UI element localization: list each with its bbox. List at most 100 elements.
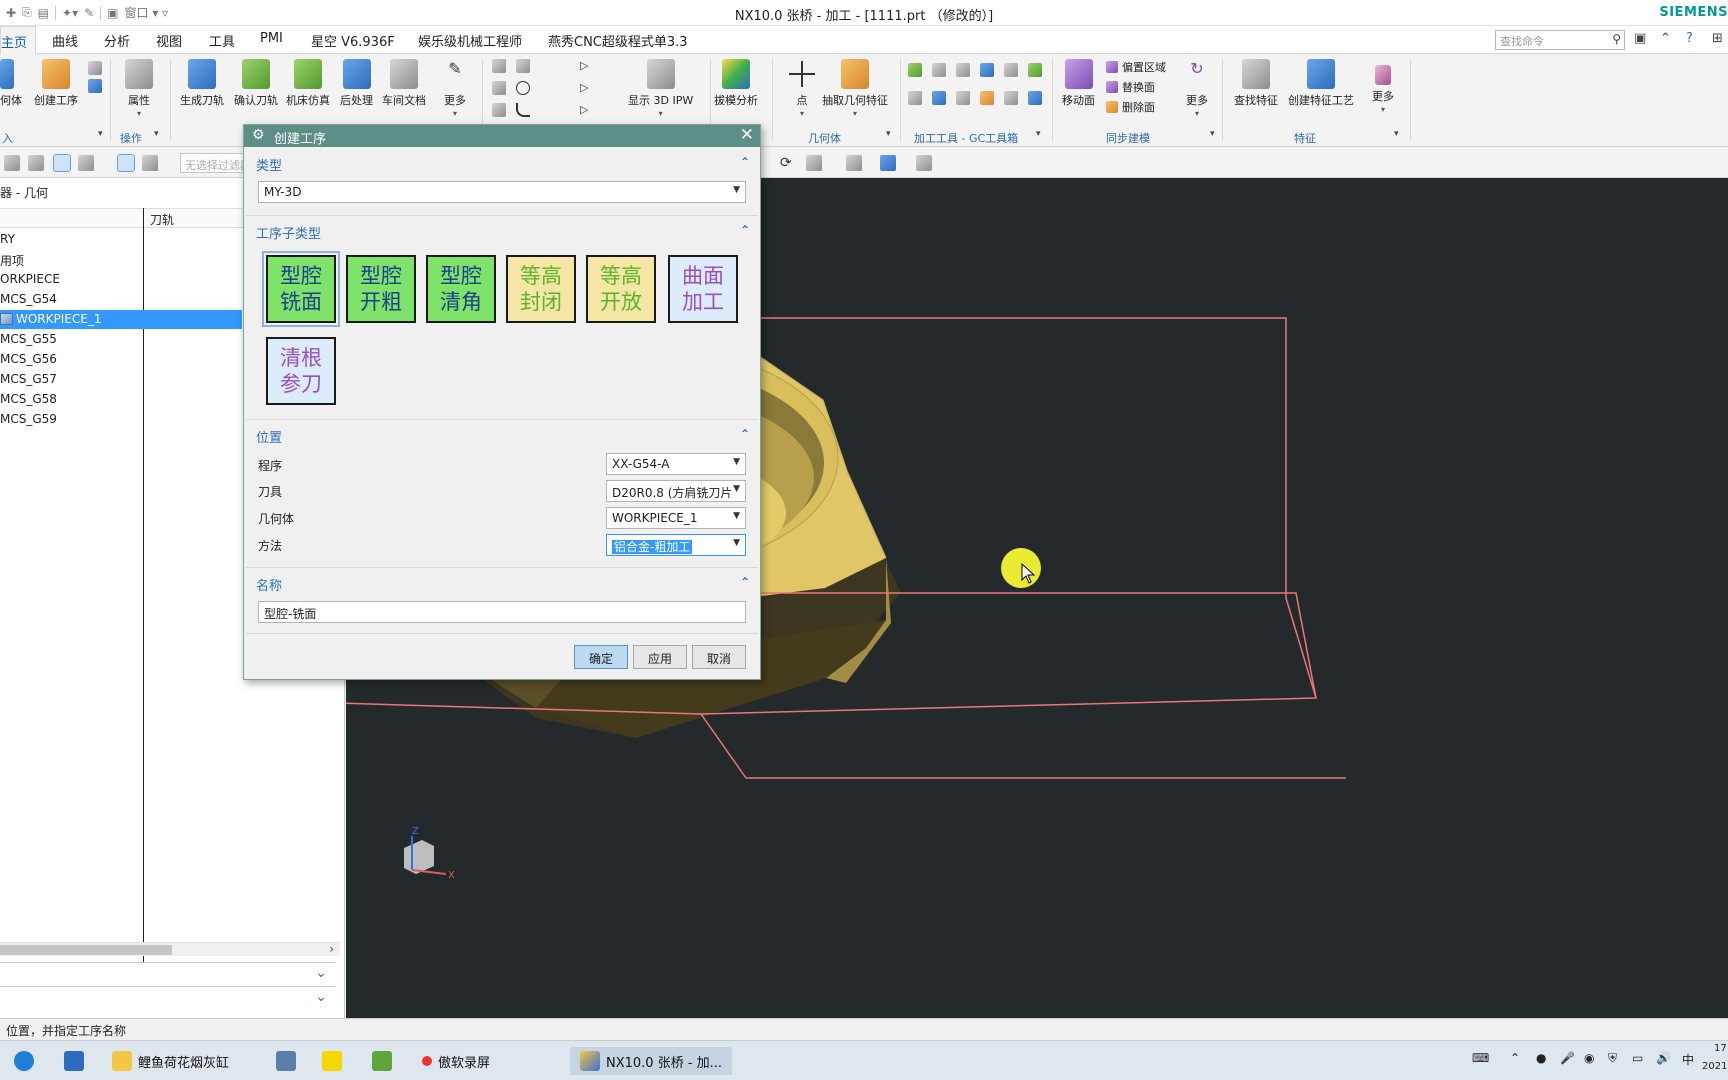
tab-curve[interactable]: 曲线	[52, 31, 78, 50]
tray-app-icon[interactable]: ●	[1536, 1051, 1546, 1065]
tree-item[interactable]: MCS_G57	[0, 370, 242, 389]
chevron-up-icon[interactable]: ⌃	[740, 155, 750, 169]
search-icon[interactable]: ⚲	[1612, 32, 1621, 46]
details-panel-header[interactable]: ⌄	[0, 962, 335, 986]
tool-select[interactable]: D20R0.8 (方肩铣刀片 ▼	[606, 480, 746, 502]
clock-time[interactable]: 17	[1714, 1043, 1727, 1054]
display-option-icon[interactable]	[492, 81, 506, 95]
network-icon[interactable]: ▭	[1632, 1051, 1643, 1065]
operation-name-input[interactable]: 型腔-铣面	[258, 601, 746, 623]
taskbar-item-recorder[interactable]: 傲软录屏	[422, 1047, 490, 1075]
gc-tool-icon[interactable]	[956, 91, 970, 105]
column-header-toolpath[interactable]: 刀轨	[150, 211, 174, 228]
gc-tool-icon[interactable]	[932, 63, 946, 77]
tray-user-icon[interactable]: ◉	[1584, 1051, 1594, 1065]
machine-tool-view-icon[interactable]	[28, 155, 44, 171]
create-tool-icon[interactable]	[88, 79, 102, 93]
subtype-cavity-corner[interactable]: 型腔 清角	[426, 255, 496, 323]
geometry-select[interactable]: WORKPIECE_1 ▼	[606, 507, 746, 529]
display-option-icon[interactable]	[492, 103, 506, 117]
gc-tool-icon[interactable]	[1028, 91, 1042, 105]
group-sync-dropdown[interactable]: ▾	[1210, 129, 1215, 139]
taskbar-item-nx[interactable]: NX10.0 张桥 - 加...	[570, 1047, 733, 1075]
program-select[interactable]: XX-G54-A ▼	[606, 453, 746, 475]
generate-toolpath-button[interactable]: 生成刀轨	[180, 59, 224, 108]
group-gc-tools-dropdown[interactable]: ▾	[1036, 129, 1041, 139]
gc-tool-icon[interactable]	[908, 63, 922, 77]
tab-yanxiu-cnc[interactable]: 燕秀CNC超级程式单3.3	[548, 31, 688, 50]
more-button-1[interactable]: ✎ 更多 ▾	[444, 59, 466, 118]
sticky-notes-icon[interactable]	[322, 1047, 342, 1075]
section-type-header[interactable]: 类型	[256, 155, 282, 174]
gc-tool-icon[interactable]	[980, 63, 994, 77]
offset-region-button[interactable]: 偏置区域	[1106, 59, 1166, 75]
tab-home[interactable]: 主页	[0, 26, 37, 55]
tree-item[interactable]: MCS_G54	[0, 290, 242, 309]
play-icon[interactable]: ▷	[580, 103, 594, 117]
geometry-button[interactable]: 何体	[0, 59, 22, 108]
subtype-cavity-face-milling[interactable]: 型腔 铣面	[262, 251, 340, 327]
tree-item[interactable]: RY	[0, 230, 242, 249]
mail-icon[interactable]	[64, 1047, 84, 1075]
create-program-icon[interactable]	[88, 61, 102, 75]
gc-tool-icon[interactable]	[908, 91, 922, 105]
group-geometry-dropdown[interactable]: ▾	[886, 129, 891, 139]
find-feature-button[interactable]: 查找特征	[1234, 59, 1278, 108]
gc-tool-icon[interactable]	[956, 63, 970, 77]
horizontal-scrollbar[interactable]: ›	[0, 942, 340, 956]
section-location-header[interactable]: 位置	[256, 427, 282, 446]
point-button[interactable]: 点 ▾	[788, 59, 816, 118]
microphone-icon[interactable]: 🎤	[1560, 1051, 1575, 1065]
clock-date[interactable]: 2021	[1702, 1061, 1727, 1072]
menu-icon[interactable]	[117, 154, 135, 172]
gear-icon[interactable]: ⚙	[252, 127, 265, 143]
start-icon[interactable]	[14, 1047, 34, 1075]
scrollbar-thumb[interactable]	[0, 945, 172, 955]
group-feature-dropdown[interactable]: ▾	[1394, 129, 1399, 139]
close-icon[interactable]: ✕	[740, 125, 754, 145]
play-icon[interactable]: ▷	[580, 81, 594, 95]
dependencies-panel-header[interactable]: ⌄	[0, 986, 335, 1010]
properties-button[interactable]: 属性 ▾	[125, 59, 153, 118]
notes-icon[interactable]	[372, 1047, 392, 1075]
chevron-down-icon[interactable]: ⌄	[315, 965, 327, 981]
tree-item[interactable]: MCS_G59	[0, 410, 242, 429]
filter-icon[interactable]	[142, 155, 158, 171]
delete-face-button[interactable]: 删除面	[1106, 99, 1155, 115]
program-order-view-icon[interactable]	[4, 155, 20, 171]
extract-geometry-button[interactable]: 抽取几何特征 ▾	[822, 59, 888, 118]
gc-tool-icon[interactable]	[932, 91, 946, 105]
command-search-input[interactable]: 查找命令 ⚲	[1495, 30, 1625, 50]
tab-pmi[interactable]: PMI	[260, 31, 283, 46]
gc-tool-icon[interactable]	[1004, 91, 1018, 105]
verify-toolpath-button[interactable]: 确认刀轨	[234, 59, 278, 108]
method-select[interactable]: 铝合金-粗加工 ▼	[606, 534, 746, 556]
ok-button[interactable]: 确定	[574, 645, 628, 669]
create-feature-process-button[interactable]: 创建特征工艺	[1288, 59, 1354, 108]
tree-item[interactable]: 用项	[0, 250, 242, 269]
security-icon[interactable]: ⛨	[1608, 1051, 1617, 1066]
chevron-up-icon[interactable]: ⌃	[740, 575, 750, 589]
tree-item[interactable]: MCS_G56	[0, 350, 242, 369]
subtype-surface-machining[interactable]: 曲面 加工	[668, 255, 738, 323]
type-select[interactable]: MY-3D ▼	[258, 181, 746, 203]
ime-indicator[interactable]: 中	[1682, 1051, 1694, 1068]
postprocess-button[interactable]: 后处理	[340, 59, 373, 108]
tab-xingkong[interactable]: 星空 V6.936F	[311, 31, 395, 50]
draft-analysis-button[interactable]: 拔模分析	[714, 59, 758, 108]
more-button-2[interactable]: ↻ 更多 ▾	[1186, 59, 1208, 118]
move-face-button[interactable]: 移动面	[1062, 59, 1095, 108]
rotate-icon[interactable]: ⟳	[780, 155, 796, 171]
machining-method-view-icon[interactable]	[78, 155, 94, 171]
tree-item-selected[interactable]: WORKPIECE_1	[0, 310, 242, 329]
pin-icon[interactable]: ⊞	[1712, 31, 1723, 46]
tree-item[interactable]: MCS_G55	[0, 330, 242, 349]
edit-section-icon[interactable]	[916, 155, 932, 171]
shaded-cube-icon[interactable]	[880, 155, 896, 171]
group-insert-dropdown[interactable]: ▾	[98, 129, 103, 139]
subtype-cavity-rough[interactable]: 型腔 开粗	[346, 255, 416, 323]
shop-doc-button[interactable]: 车间文档	[382, 59, 426, 108]
subtype-zlevel-open[interactable]: 等高 开放	[586, 255, 656, 323]
scroll-right-icon[interactable]: ›	[329, 942, 334, 956]
keyboard-icon[interactable]: ⌨	[1472, 1051, 1489, 1065]
